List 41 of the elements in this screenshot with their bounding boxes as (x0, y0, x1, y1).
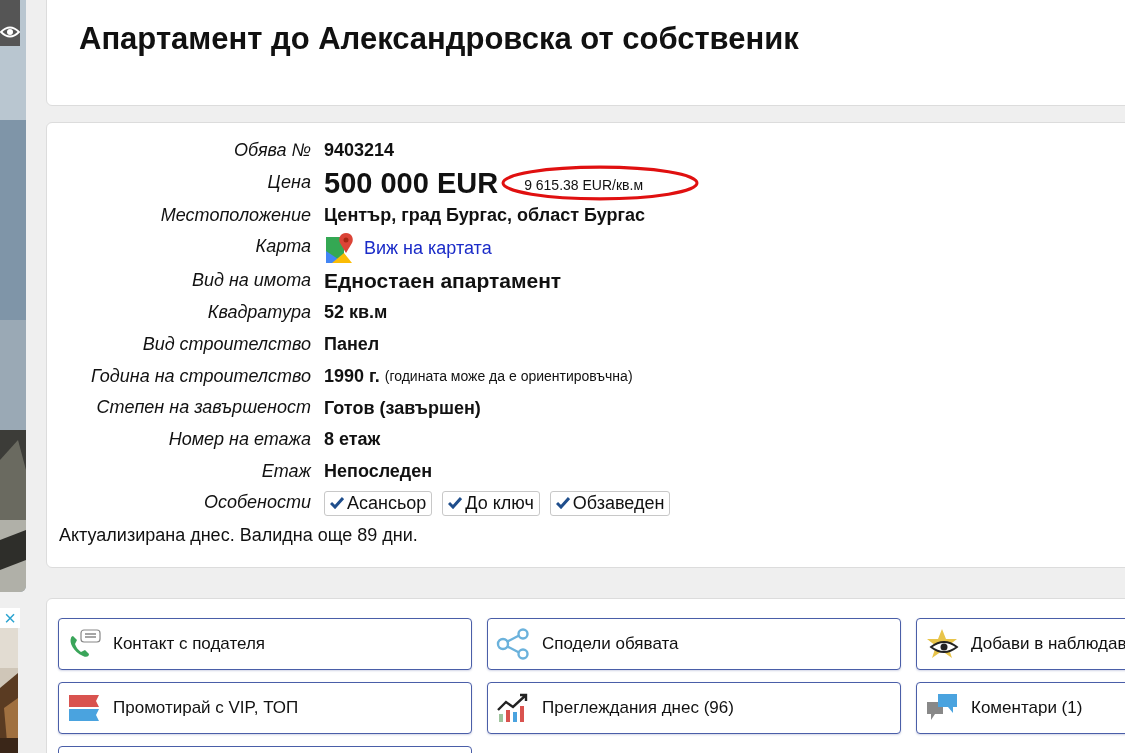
field-label: Номер на етажа (167, 427, 311, 451)
field-label: Етаж (260, 459, 311, 483)
field-value: Готов (завършен) (324, 397, 481, 419)
promote-button[interactable]: Промотирай с VIP, ТОП (58, 682, 472, 734)
field-value: Център, град Бургас, област Бургас (324, 205, 646, 227)
views-button[interactable]: Преглеждания днес (96) (487, 682, 901, 734)
watch-button[interactable]: Добави в наблюдав (916, 618, 1125, 670)
field-label: Карта (254, 235, 311, 259)
comments-button[interactable]: Коментари (1) (916, 682, 1125, 734)
feature-label: Обзаведен (572, 492, 665, 514)
validity-text: Актуализирана днес. Валидна още 89 дни. (59, 525, 419, 547)
field-label: Местоположение (159, 203, 311, 227)
price: 500 000 EUR (324, 166, 499, 200)
star-eye-icon (925, 628, 959, 660)
field-value: Едностаен апартамент (324, 269, 562, 294)
share-button[interactable]: Сподели обявата (487, 618, 901, 670)
feature-label: До ключ (465, 492, 534, 514)
field-value: 9403214 (324, 140, 395, 162)
eye-icon[interactable] (0, 24, 20, 40)
feature-label: Асансьор (347, 492, 427, 514)
chart-icon (496, 692, 530, 724)
share-icon (496, 628, 530, 660)
field-label: Степен на завършеност (95, 396, 311, 420)
field-label: Особености (202, 491, 311, 515)
field-value: 1990 г. (324, 365, 380, 387)
price-per-sqm: 9 615.38 EUR/кв.м (524, 177, 644, 194)
field-label: Цена (266, 170, 311, 194)
field-label: Вид строителство (141, 332, 311, 356)
field-label: Обява № (232, 139, 311, 162)
field-value: 52 кв.м (324, 302, 388, 324)
promo-badge-icon (67, 692, 101, 724)
contact-button[interactable]: Контакт с подателя (58, 618, 472, 670)
field-label: Година на строителство (90, 364, 311, 388)
field-note: (годината може да е ориентировъчна) (384, 368, 633, 385)
field-value: Непоследен (324, 460, 433, 482)
listing-title: Апартамент до Александровска от собственик (79, 21, 800, 57)
field-label: Вид на имота (190, 269, 311, 293)
map-link[interactable]: Виж на картата (364, 237, 492, 259)
field-label: Квадратура (206, 301, 311, 325)
field-value: 8 етаж (324, 429, 381, 451)
field-value: Панел (324, 334, 380, 356)
